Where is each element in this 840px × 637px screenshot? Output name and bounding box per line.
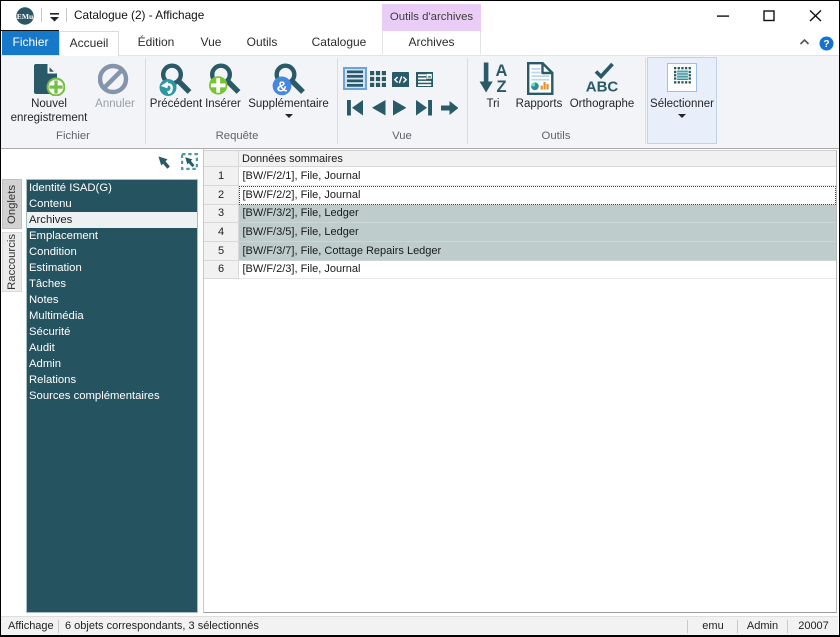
svg-text:Z: Z: [496, 78, 506, 93]
svg-text:EMu: EMu: [17, 12, 34, 21]
svg-text:&: &: [277, 78, 288, 95]
svg-text:?: ?: [823, 38, 829, 50]
svg-text:ABC: ABC: [586, 79, 619, 94]
